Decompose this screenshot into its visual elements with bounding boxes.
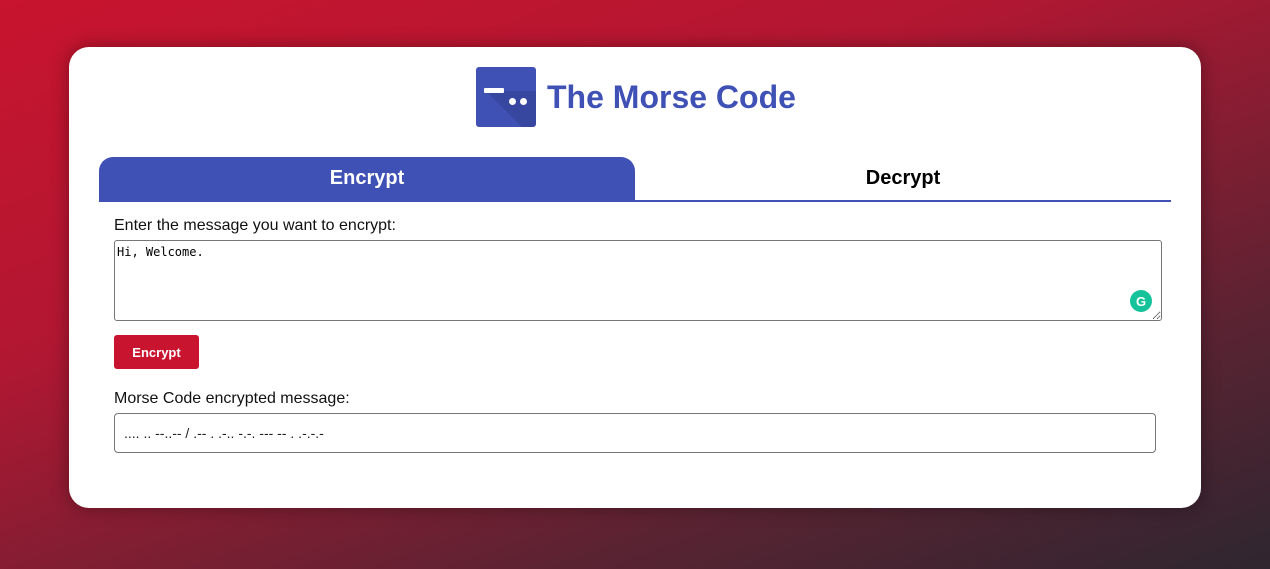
tab-decrypt[interactable]: Decrypt [635,157,1171,200]
message-input-wrapper: Hi, Welcome. G [114,240,1162,321]
morse-logo-icon [476,67,536,127]
encrypt-button[interactable]: Encrypt [114,335,199,369]
app-header: The Morse Code [476,67,796,127]
message-input-label: Enter the message you want to encrypt: [114,217,396,234]
output-label: Morse Code encrypted message: [114,390,350,407]
encrypted-output-field[interactable]: .... .. --..-- / .-- . .-.. -.-. --- -- … [114,413,1156,453]
main-card: The Morse Code Encrypt Decrypt Enter the… [69,47,1201,508]
tab-bar: Encrypt Decrypt [99,157,1171,202]
grammarly-icon[interactable]: G [1130,290,1152,312]
message-input[interactable]: Hi, Welcome. [114,240,1162,321]
app-title: The Morse Code [547,78,796,115]
tab-encrypt[interactable]: Encrypt [99,157,635,200]
